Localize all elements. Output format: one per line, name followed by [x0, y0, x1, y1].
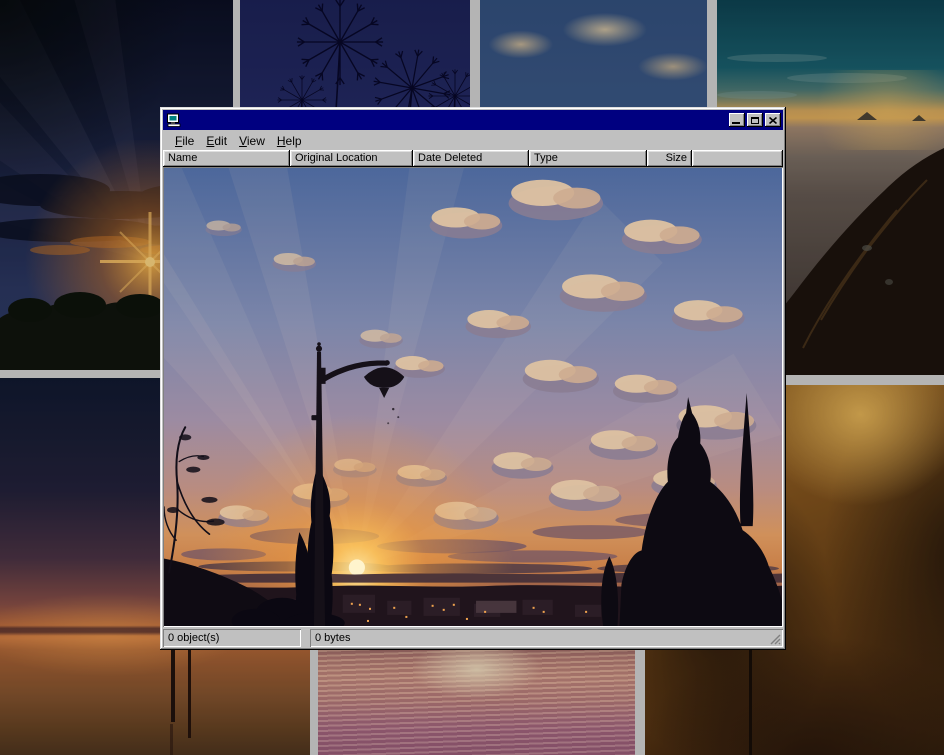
- close-button[interactable]: [765, 113, 781, 127]
- recycle-bin-window: File Edit View Help Name Original Locati…: [160, 107, 786, 650]
- menu-item-file[interactable]: File: [169, 132, 200, 150]
- desktop: File Edit View Help Name Original Locati…: [0, 0, 944, 755]
- status-object-count: 0 object(s): [163, 629, 301, 647]
- computer-icon[interactable]: [166, 113, 182, 128]
- column-header-date-deleted[interactable]: Date Deleted: [413, 150, 529, 167]
- column-header-name[interactable]: Name: [163, 150, 290, 167]
- maximize-icon: [751, 117, 759, 124]
- maximize-button[interactable]: [747, 113, 763, 127]
- column-header-size[interactable]: Size: [647, 150, 692, 167]
- status-bar: 0 object(s) 0 bytes: [163, 629, 783, 647]
- listview-background-photo: [163, 167, 783, 627]
- column-header-type[interactable]: Type: [529, 150, 647, 167]
- minimize-button[interactable]: [729, 113, 745, 127]
- close-icon: [769, 117, 777, 124]
- menu-item-edit[interactable]: Edit: [200, 132, 233, 150]
- resize-grip[interactable]: [769, 633, 781, 645]
- file-list-view[interactable]: [163, 167, 783, 627]
- status-size: 0 bytes: [310, 629, 783, 647]
- column-header-blank: [692, 150, 783, 167]
- menu-bar: File Edit View Help: [163, 131, 783, 150]
- status-size-text: 0 bytes: [315, 632, 350, 644]
- column-header-original-location[interactable]: Original Location: [290, 150, 413, 167]
- column-header-row: Name Original Location Date Deleted Type…: [163, 150, 783, 167]
- title-bar[interactable]: [163, 110, 783, 130]
- menu-item-help[interactable]: Help: [271, 132, 308, 150]
- minimize-icon: [732, 122, 740, 124]
- menu-item-view[interactable]: View: [233, 132, 271, 150]
